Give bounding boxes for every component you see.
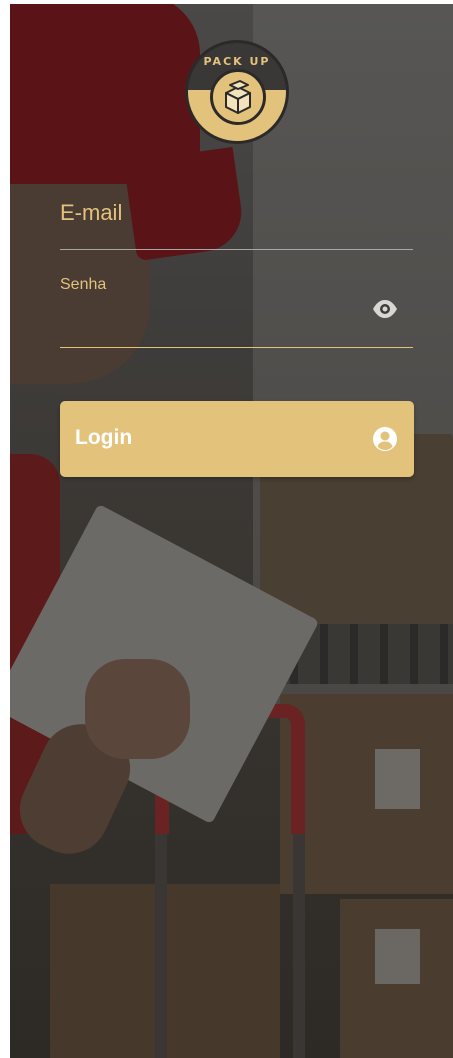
logo-brand-text: PACK UP [203,55,271,68]
eye-icon[interactable] [371,298,399,320]
login-screen: PACK UP E-mail Senha Login [10,4,453,1058]
pack-up-logo: PACK UP [185,40,289,144]
email-field[interactable]: E-mail [60,200,413,250]
password-field[interactable]: Senha [60,276,413,348]
login-button[interactable]: Login [60,401,414,477]
password-label: Senha [60,276,107,293]
email-label: E-mail [60,200,123,225]
boxes-icon [210,69,266,125]
user-circle-icon [372,426,398,452]
login-button-label: Login [75,426,133,449]
